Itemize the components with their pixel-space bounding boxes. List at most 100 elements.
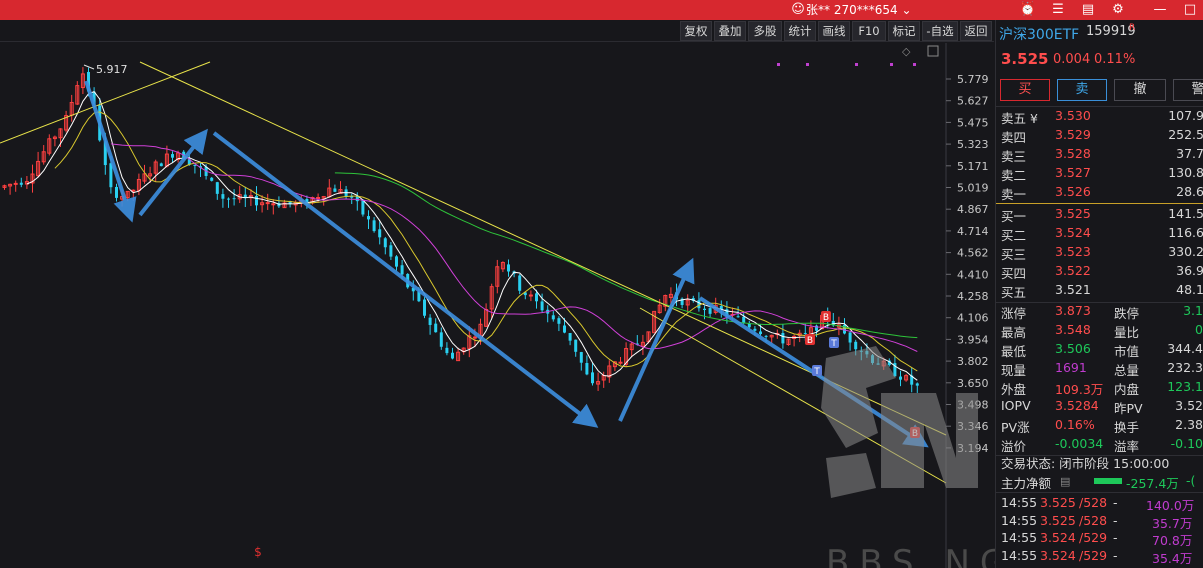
tick-trade-row: 14:55 3.524 /529 - 35.4万 — [996, 548, 1203, 566]
price-alert-button[interactable]: 警 — [1173, 79, 1203, 101]
user-icon[interactable]: ☺ — [788, 0, 808, 20]
tick-volume: /528 — [1079, 495, 1108, 510]
prev-pv-value: 3.52 — [1175, 398, 1203, 413]
candle-body — [395, 256, 398, 267]
alarm-icon[interactable]: ⏰ — [1018, 0, 1038, 20]
trade-status: 交易状态: 闭市阶段 15:00:00 — [1001, 456, 1170, 471]
candle-body — [764, 335, 768, 337]
outer-volume-label: 外盘 — [1001, 382, 1027, 397]
premium-value: -0.0034 — [1055, 436, 1104, 451]
y-tick-label: 5.323 — [957, 138, 989, 151]
ma10-line — [54, 111, 918, 372]
bid-row[interactable]: 买四 3.522 36.9 — [996, 263, 1203, 282]
kline-chart-area[interactable]: 5.779 5.627 5.475 5.323 5.171 5.019 4.867 4.714… — [0, 43, 1129, 568]
candle-body — [708, 308, 712, 314]
user-account[interactable]: 张** 270***654 ⌄ — [806, 1, 912, 18]
ask-row[interactable]: 卖三 3.528 37.7 — [996, 146, 1203, 165]
high-label: 最高 — [1001, 325, 1027, 340]
candle-body — [19, 182, 23, 185]
prev-pv-label: 昨PV — [1114, 401, 1143, 416]
toolbar-button-multi-stock[interactable]: 多股 — [748, 21, 782, 41]
candle-body — [579, 352, 583, 363]
limit-down-value: 3.1 — [1183, 303, 1203, 318]
tick-direction: - — [1113, 530, 1118, 545]
bid-row[interactable]: 买五 3.521 48.1 — [996, 282, 1203, 301]
toolbar-button-f10[interactable]: F10 — [852, 21, 886, 41]
list-icon[interactable]: ☰ — [1048, 0, 1068, 20]
sell-button[interactable]: 卖 — [1057, 79, 1107, 101]
ask-row[interactable]: 卖五 ¥ 3.530 107.9 — [996, 108, 1203, 127]
tick-price: 3.524 — [1040, 548, 1076, 563]
toolbar-button-remove-watchlist[interactable]: -自选 — [922, 21, 958, 41]
tick-time: 14:55 — [1001, 530, 1038, 545]
buy-button[interactable]: 买 — [1000, 79, 1050, 101]
ask-price: 3.529 — [1055, 127, 1091, 142]
bid-row[interactable]: 买三 3.523 330.2 — [996, 244, 1203, 263]
ask-volume: 252.5 — [1168, 127, 1203, 142]
gear-icon[interactable]: ⚙ — [1108, 0, 1128, 20]
candle-body — [255, 195, 258, 206]
ask-row[interactable]: 卖四 3.529 252.5 — [996, 127, 1203, 146]
y-tick-label: 5.171 — [957, 160, 989, 173]
candle-body — [378, 229, 382, 238]
candle-body — [703, 308, 706, 311]
vol-ratio-label: 量比 — [1114, 325, 1140, 340]
iopv-label: IOPV — [1001, 398, 1031, 413]
candle-body — [803, 332, 807, 334]
current-volume-label: 现量 — [1001, 363, 1027, 378]
candle-body — [361, 199, 365, 215]
inner-volume-label: 内盘 — [1114, 382, 1140, 397]
cancel-order-button[interactable]: 撤 — [1114, 79, 1166, 101]
inner-volume: 123.1 — [1167, 379, 1203, 394]
main-flow-value: -257.4万 — [1126, 476, 1179, 491]
toolbar-button-mark[interactable]: 标记 — [888, 21, 920, 41]
ask-row[interactable]: 卖一 3.526 28.6 — [996, 184, 1203, 203]
toolbar-button-back[interactable]: 返回 — [960, 21, 992, 41]
window-icon[interactable]: □ — [1180, 0, 1200, 20]
candle-body — [367, 216, 370, 220]
bid-row[interactable]: 买二 3.524 116.6 — [996, 225, 1203, 244]
maximize-icon — [927, 45, 939, 57]
bid-label: 买一 — [1001, 209, 1027, 224]
total-volume-label: 总量 — [1114, 363, 1140, 378]
candle-body — [618, 361, 623, 364]
ask-row[interactable]: 卖二 3.527 130.8 — [996, 165, 1203, 184]
toolbar-button-adjust[interactable]: 复权 — [680, 21, 712, 41]
minimize-icon[interactable]: — — [1150, 0, 1170, 20]
divider — [996, 492, 1203, 493]
pv-change-label: PV涨 — [1001, 420, 1030, 435]
ask-label: 卖四 — [1001, 130, 1027, 145]
y-tick-label: 4.867 — [957, 203, 989, 216]
bid-row[interactable]: 买一 3.525 141.5 — [996, 206, 1203, 225]
info-icon[interactable]: ▤ — [1060, 475, 1070, 488]
candle-body — [221, 194, 225, 199]
ma20-line — [110, 143, 918, 352]
security-name[interactable]: 沪深300ETF — [999, 24, 1079, 44]
candle-body — [109, 163, 113, 188]
ask-price: 3.530 — [1055, 108, 1091, 123]
indicator-dot — [855, 63, 858, 66]
bid-volume: 141.5 — [1168, 206, 1203, 221]
price-change-pct: 0.11% — [1094, 52, 1136, 67]
toolbar-button-stats[interactable]: 统计 — [784, 21, 816, 41]
bid-price: 3.524 — [1055, 225, 1091, 240]
main-flow-label: 主力净额 — [1001, 476, 1052, 491]
y-tick-label: 5.019 — [957, 182, 989, 195]
main-flow-extra: -( — [1186, 473, 1196, 488]
candle-body — [171, 154, 174, 158]
candle-body — [400, 265, 404, 275]
candle-body — [568, 333, 572, 341]
candle-body — [372, 220, 376, 232]
ma5-line — [26, 90, 918, 381]
tick-amount: 70.8万 — [1152, 533, 1193, 548]
toolbar-button-overlay[interactable]: 叠加 — [714, 21, 746, 41]
outer-volume: 109.3万 — [1055, 382, 1104, 397]
toolbar-button-draw-line[interactable]: 画线 — [818, 21, 850, 41]
candle-body — [518, 275, 522, 291]
dividend-marker: $ — [254, 545, 262, 559]
candle-body — [781, 333, 785, 344]
main-flow-bar — [1094, 478, 1122, 484]
candle-body — [159, 163, 163, 167]
high-price-label: 5.917 — [96, 63, 128, 76]
document-icon[interactable]: ▤ — [1078, 0, 1098, 20]
